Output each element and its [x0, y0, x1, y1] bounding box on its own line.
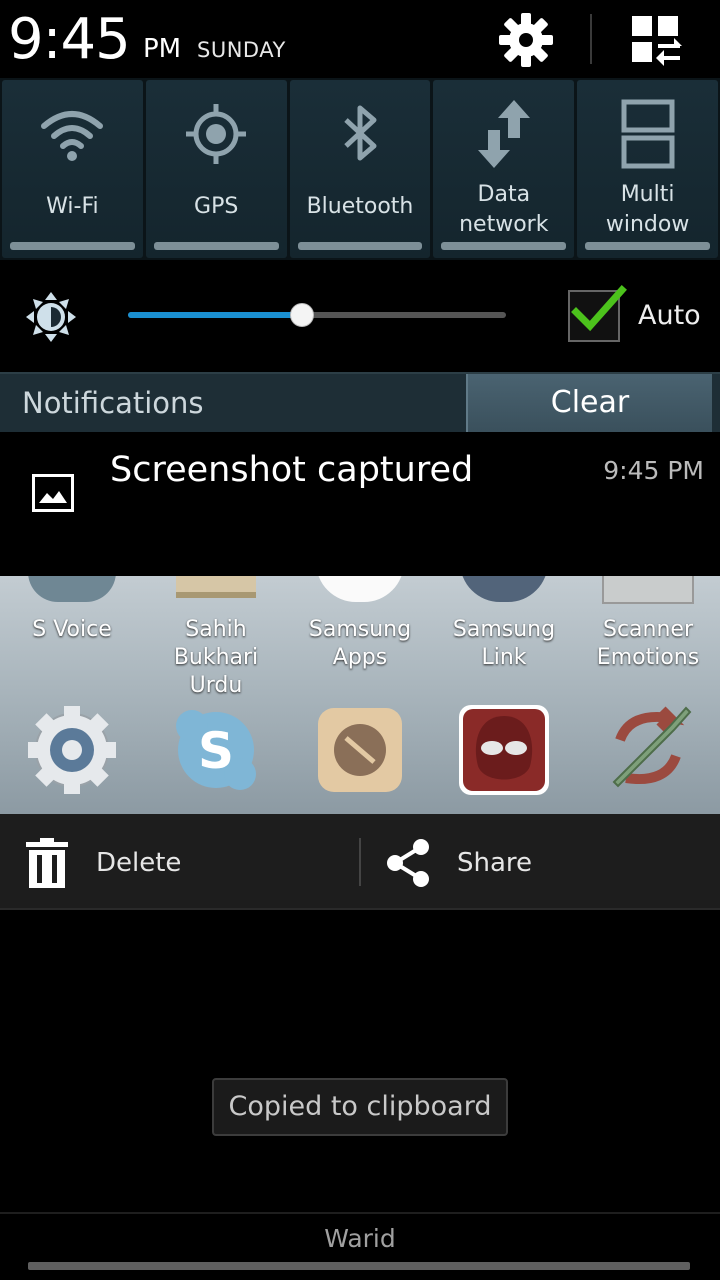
carrier-name: Warid — [324, 1224, 396, 1253]
notifications-title: Notifications — [22, 386, 204, 420]
settings-gear-icon — [28, 706, 116, 794]
app-s-voice: S Voice — [0, 616, 144, 644]
brightness-slider-thumb[interactable] — [290, 303, 314, 327]
svg-text:S: S — [198, 722, 234, 780]
toggle-wifi[interactable]: Wi-Fi — [2, 80, 143, 258]
toggle-data-network[interactable]: Data network — [433, 80, 575, 258]
app-icon-partial — [28, 576, 116, 602]
app-label: Bukhari Urdu — [173, 645, 259, 698]
clock-ampm: PM — [143, 34, 182, 64]
screenshot-notification[interactable]: Screenshot captured 9:45 PM — [0, 432, 720, 576]
toggle-bluetooth[interactable]: Bluetooth — [289, 80, 431, 258]
auto-brightness-label: Auto — [638, 300, 701, 331]
multi-window-icon — [621, 99, 675, 169]
quick-settings-toggles: Wi-Fi GPS Bluetooth Data network Multi w… — [0, 78, 720, 260]
trash-icon — [26, 838, 68, 888]
toggle-wifi-indicator — [10, 242, 135, 250]
gps-icon — [186, 104, 247, 164]
share-label: Share — [457, 848, 533, 878]
toggle-gps-label: GPS — [194, 194, 239, 219]
toggle-multi-window-indicator — [585, 242, 710, 250]
brightness-row: Auto — [0, 260, 720, 372]
clock-time: 9:45 — [8, 7, 131, 72]
clock-day: SUNDAY — [197, 38, 286, 62]
wifi-icon — [41, 111, 104, 161]
toggle-data-network-label-line2: network — [459, 212, 549, 237]
image-icon — [32, 474, 74, 512]
quick-panel-button[interactable] — [624, 10, 688, 70]
toast-message: Copied to clipboard — [212, 1078, 508, 1136]
status-header: 9:45 PM SUNDAY — [0, 0, 720, 78]
auto-brightness-checkbox[interactable] — [568, 285, 627, 342]
app-sahih-bukhari-urdu: Sahih Bukhari Urdu — [144, 616, 288, 700]
notification-time: 9:45 PM — [603, 456, 704, 485]
app-icon-partial — [602, 576, 694, 604]
toggle-bluetooth-indicator — [297, 242, 423, 250]
share-icon — [387, 839, 429, 887]
toggle-bluetooth-label: Bluetooth — [306, 194, 414, 219]
toggle-gps-indicator — [153, 242, 279, 250]
brightness-slider-fill — [128, 312, 302, 318]
app-scanner-emotions: Scanner Emotions — [576, 616, 720, 672]
app-label: Link — [481, 645, 527, 670]
toggle-data-network-label-line1: Data — [477, 182, 531, 207]
toggle-gps[interactable]: GPS — [145, 80, 287, 258]
spin-bottle-icon — [612, 706, 692, 788]
app-label: Scanner — [602, 617, 693, 642]
notification-title: Screenshot captured — [110, 450, 474, 490]
app-label: Samsung — [452, 617, 556, 642]
toggle-multi-window-label-line1: Multi — [620, 182, 675, 207]
share-button[interactable]: Share — [361, 814, 720, 910]
data-network-icon — [477, 100, 530, 168]
brightness-icon — [26, 292, 76, 342]
app-samsung-apps: Samsung Apps — [288, 616, 432, 672]
brightness-slider[interactable] — [128, 303, 506, 327]
toggle-multi-window[interactable]: Multi window — [577, 80, 718, 258]
bluetooth-icon — [344, 105, 377, 161]
footer: Warid — [0, 1212, 720, 1280]
settings-button[interactable] — [494, 8, 558, 72]
soundhound-icon — [318, 708, 402, 792]
clear-button[interactable]: Clear — [466, 374, 712, 432]
toggle-multi-window-label-line2: window — [605, 212, 690, 237]
toggle-wifi-label: Wi-Fi — [46, 194, 99, 219]
spiderman-icon — [459, 705, 549, 795]
checkmark-icon — [571, 285, 627, 332]
app-icon-partial — [176, 576, 256, 598]
grid-swap-icon — [632, 16, 682, 66]
app-label: S Voice — [32, 617, 112, 642]
skype-icon: S — [176, 710, 256, 790]
app-icon-partial — [316, 576, 404, 602]
notifications-header: Notifications Clear — [0, 372, 720, 432]
screenshot-preview[interactable]: S Voice Sahih Bukhari Urdu Samsung Apps … — [0, 576, 720, 814]
app-label: Emotions — [596, 645, 700, 670]
drag-handle[interactable] — [28, 1262, 690, 1270]
app-label: Sahih — [185, 617, 247, 642]
toggle-data-network-label: Data network — [433, 180, 574, 240]
gear-icon — [499, 13, 553, 67]
app-icon-partial — [460, 576, 548, 602]
app-label: Samsung — [308, 617, 412, 642]
delete-button[interactable]: Delete — [0, 814, 359, 910]
notification-actions: Delete Share — [0, 814, 720, 910]
app-label: Apps — [332, 645, 388, 670]
delete-label: Delete — [96, 848, 182, 878]
toggle-multi-window-label: Multi window — [577, 180, 718, 240]
header-divider — [590, 14, 592, 64]
app-samsung-link: Samsung Link — [432, 616, 576, 672]
toggle-data-network-indicator — [441, 242, 567, 250]
